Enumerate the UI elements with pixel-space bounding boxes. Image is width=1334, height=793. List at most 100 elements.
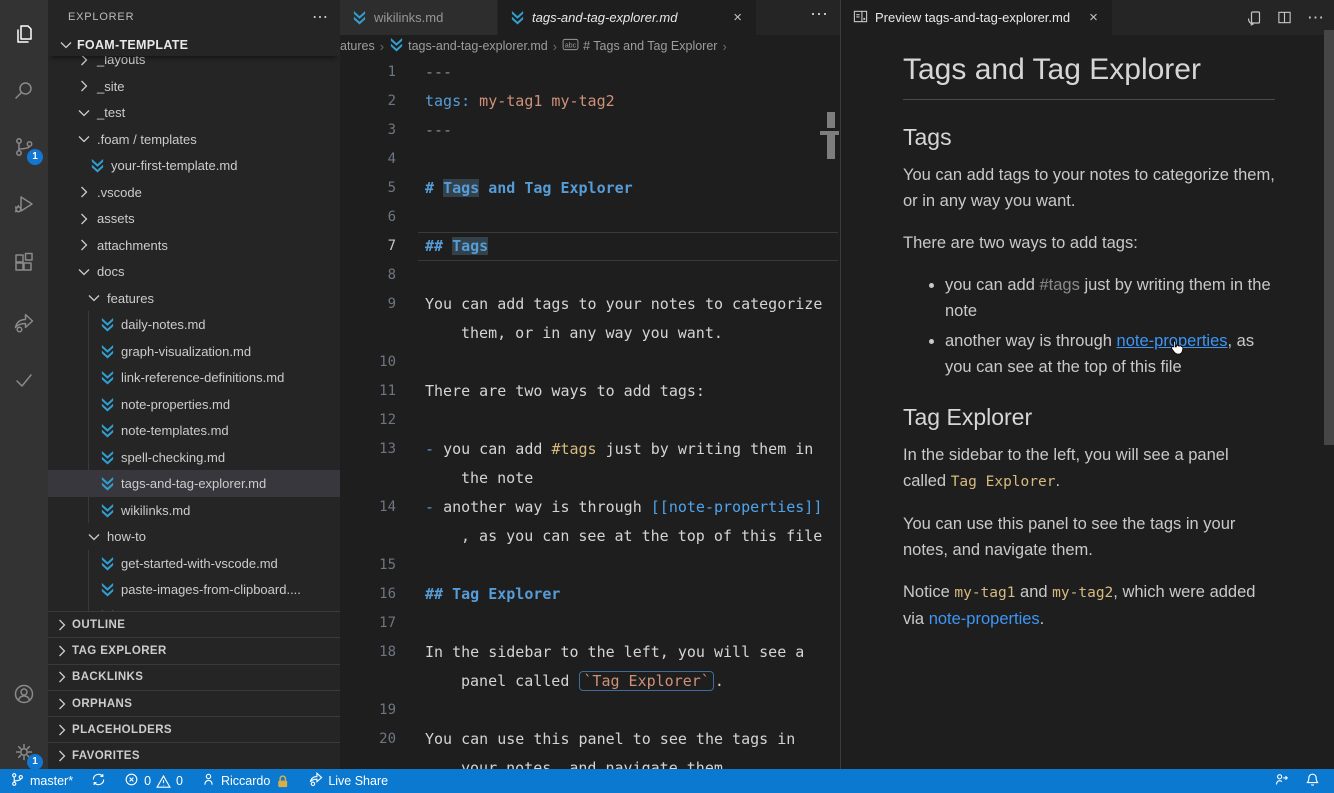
code-editor[interactable]: 1---2tags: my-tag1 my-tag23---45# Tags a… — [340, 57, 840, 769]
tree-item[interactable]: note-templates.md — [48, 417, 340, 444]
breadcrumb-item[interactable]: tags-and-tag-explorer.md — [389, 37, 548, 55]
editor-line[interactable]: 19 — [340, 696, 840, 725]
editor-line[interactable]: them, or in any way you want. — [340, 319, 840, 348]
foam-file-icon — [100, 556, 116, 571]
close-icon[interactable]: × — [731, 9, 744, 26]
status-item[interactable] — [91, 772, 106, 790]
section-label: PLACEHOLDERS — [72, 724, 172, 736]
activity-source-control-icon[interactable]: 1 — [0, 123, 48, 171]
activity-live-share-icon[interactable] — [0, 300, 48, 348]
tree-item[interactable]: note-properties.md — [48, 391, 340, 418]
tree-item[interactable]: wikilinks.md — [48, 497, 340, 524]
activity-extensions-icon[interactable] — [0, 238, 48, 286]
tree-item[interactable]: link-reference-definitions.md — [48, 364, 340, 391]
editor-line[interactable]: 13- you can add #tags just by writing th… — [340, 435, 840, 464]
tree-item-label: your-first-template.md — [111, 158, 237, 173]
editor-line[interactable]: 10 — [340, 348, 840, 377]
line-number: 5 — [340, 174, 396, 203]
tree-item[interactable]: graph-visualization.md — [48, 338, 340, 365]
preview-panel: Preview tags-and-tag-explorer.md× ⋯ Tags… — [840, 0, 1334, 769]
tree-item[interactable]: .foam / templates — [48, 126, 340, 153]
editor-line[interactable]: 14- another way is through [[note-proper… — [340, 493, 840, 522]
tree-item[interactable]: docs — [48, 258, 340, 285]
status-item[interactable]: Live Share — [308, 772, 388, 790]
editor-line[interactable]: 9You can add tags to your notes to categ… — [340, 290, 840, 319]
status-item[interactable]: Riccardo — [201, 772, 290, 790]
tree-item-label: docs — [97, 264, 124, 279]
editor-line[interactable]: 1--- — [340, 58, 840, 87]
tree-item[interactable]: _test — [48, 99, 340, 126]
tree-item[interactable]: .vscode — [48, 179, 340, 206]
tree-item[interactable]: tags-and-tag-explorer.md — [48, 470, 340, 497]
warning-icon — [156, 774, 171, 789]
activity-files-icon[interactable] — [0, 10, 48, 58]
preview-scrollbar[interactable] — [1324, 30, 1334, 445]
editor-line[interactable]: 4 — [340, 145, 840, 174]
activity-run-debug-icon[interactable] — [0, 180, 48, 228]
tag-text: #tags — [1040, 276, 1080, 294]
status-item[interactable] — [1305, 772, 1320, 790]
close-icon[interactable]: × — [1087, 9, 1100, 26]
status-left: master* 00 Riccardo Live Share — [10, 772, 388, 790]
more-actions-icon[interactable]: ⋯ — [1307, 8, 1324, 28]
editor-line[interactable]: 7## Tags — [340, 232, 840, 261]
editor-line[interactable]: 5# Tags and Tag Explorer — [340, 174, 840, 203]
text-run: You can add tags to your notes to catego… — [903, 166, 1275, 210]
tree-item[interactable]: get-started-with-vscode.md — [48, 550, 340, 577]
tree-item[interactable]: paste-images-from-clipboard.... — [48, 576, 340, 603]
editor-line[interactable]: panel called `Tag Explorer`. — [340, 667, 840, 696]
breadcrumb-item[interactable]: abc# Tags and Tag Explorer — [562, 38, 717, 54]
sidebar-section-orphans[interactable]: ORPHANS — [48, 690, 340, 716]
status-item[interactable]: master* — [10, 772, 73, 790]
tree-item[interactable]: spell-checking.md — [48, 444, 340, 471]
editor-line[interactable]: 3--- — [340, 116, 840, 145]
editor-line[interactable]: 6 — [340, 203, 840, 232]
sidebar-section-backlinks[interactable]: BACKLINKS — [48, 664, 340, 690]
editor-tab[interactable]: tags-and-tag-explorer.md× — [498, 0, 756, 35]
editor-line[interactable]: 2tags: my-tag1 my-tag2 — [340, 87, 840, 116]
go-to-file-icon[interactable] — [1246, 10, 1262, 26]
tree-item[interactable]: attachments — [48, 232, 340, 259]
activity-account-icon[interactable] — [0, 670, 48, 718]
editor-line[interactable]: your notes, and navigate them. — [340, 754, 840, 769]
editor-line[interactable]: 12 — [340, 406, 840, 435]
editor-line[interactable]: the note — [340, 464, 840, 493]
editor-line[interactable]: 15 — [340, 551, 840, 580]
tree-item[interactable]: assets — [48, 205, 340, 232]
editor-more-actions-icon[interactable]: ⋯ — [810, 4, 828, 25]
sidebar-section-favorites[interactable]: FAVORITES — [48, 742, 340, 768]
preview-tab[interactable]: Preview tags-and-tag-explorer.md× — [841, 0, 1112, 35]
editor-line[interactable]: 17 — [340, 609, 840, 638]
editor-tab[interactable]: wikilinks.md — [340, 0, 498, 35]
foam-file-icon — [389, 37, 404, 55]
status-item[interactable]: 00 — [124, 772, 183, 790]
split-editor-icon[interactable] — [1277, 10, 1292, 25]
sidebar-section-outline[interactable]: OUTLINE — [48, 611, 340, 637]
more-actions-icon[interactable]: ⋯ — [312, 7, 328, 27]
breadcrumb-item[interactable]: atures — [340, 39, 375, 53]
editor-line[interactable]: 16## Tag Explorer — [340, 580, 840, 609]
editor-line[interactable]: , as you can see at the top of this file — [340, 522, 840, 551]
activity-search-icon[interactable] — [0, 66, 48, 114]
editor-line[interactable]: 11There are two ways to add tags: — [340, 377, 840, 406]
foam-file-icon — [100, 476, 116, 491]
editor-line[interactable]: 8 — [340, 261, 840, 290]
workspace-root[interactable]: FOAM-TEMPLATE — [48, 34, 340, 56]
tree-item[interactable]: your-first-template.md — [48, 152, 340, 179]
tree-item[interactable]: daily-notes.md — [48, 311, 340, 338]
sidebar-section-tag-explorer[interactable]: TAG EXPLORER — [48, 637, 340, 663]
tree-item[interactable]: how-to — [48, 523, 340, 550]
tree-item-label: tags-and-tag-explorer.md — [121, 476, 266, 491]
sidebar-section-placeholders[interactable]: PLACEHOLDERS — [48, 716, 340, 742]
status-item[interactable] — [1274, 772, 1289, 790]
svg-text:abc: abc — [565, 42, 577, 49]
editor-line[interactable]: 18In the sidebar to the left, you will s… — [340, 638, 840, 667]
activity-check-icon[interactable] — [0, 356, 48, 404]
tree-item[interactable]: features — [48, 285, 340, 312]
foam-file-icon — [100, 344, 116, 359]
note-properties-link[interactable]: note-properties — [929, 610, 1040, 628]
section-label: BACKLINKS — [72, 671, 143, 683]
tree-item[interactable]: _site — [48, 73, 340, 100]
note-properties-link[interactable]: note-properties — [1117, 332, 1228, 350]
editor-line[interactable]: 20You can use this panel to see the tags… — [340, 725, 840, 754]
